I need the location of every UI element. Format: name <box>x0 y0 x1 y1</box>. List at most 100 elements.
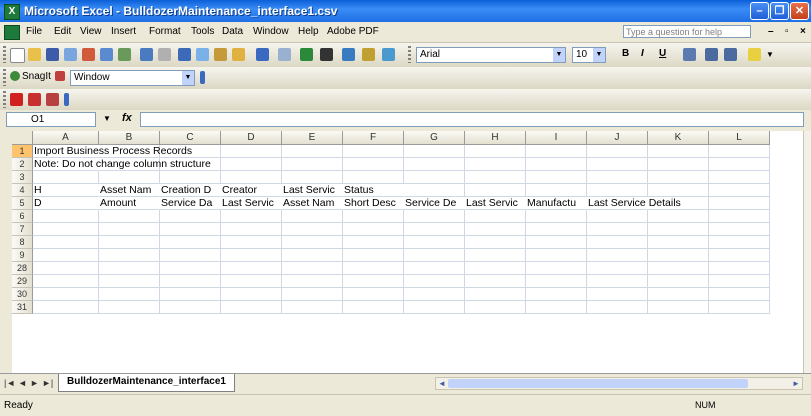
cell-i9[interactable] <box>526 249 587 262</box>
row-header-29[interactable]: 29 <box>12 275 33 288</box>
save-icon[interactable] <box>46 48 59 61</box>
cell-a3[interactable] <box>33 171 99 184</box>
research-icon[interactable] <box>158 48 171 61</box>
select-all-corner[interactable] <box>12 131 33 145</box>
cell-k8[interactable] <box>648 236 709 249</box>
cell-g30[interactable] <box>404 288 465 301</box>
cell-d2[interactable] <box>221 158 282 171</box>
chevron-down-icon[interactable]: ▼ <box>593 48 605 62</box>
cell-h3[interactable] <box>465 171 526 184</box>
convert-to-pdf-icon[interactable] <box>10 93 23 106</box>
convert-and-email-icon[interactable] <box>28 93 41 106</box>
cell-f31[interactable] <box>343 301 404 314</box>
cell-d30[interactable] <box>221 288 282 301</box>
cell-k1[interactable] <box>648 145 709 158</box>
column-header-h[interactable]: H <box>465 131 526 145</box>
drawing-icon[interactable] <box>382 48 395 61</box>
cell-d5[interactable]: Last Servic <box>221 197 282 210</box>
cell-l6[interactable] <box>709 210 770 223</box>
row-header-3[interactable]: 3 <box>12 171 33 184</box>
permission-icon[interactable] <box>64 48 77 61</box>
last-sheet-button[interactable]: ►| <box>42 378 53 388</box>
decrease-indent-icon[interactable] <box>705 48 718 61</box>
cut-icon[interactable] <box>178 48 191 61</box>
cell-a6[interactable] <box>33 210 99 223</box>
cell-f9[interactable] <box>343 249 404 262</box>
toolbar-grip[interactable] <box>3 91 6 108</box>
font-size-select[interactable]: 10 ▼ <box>572 47 606 63</box>
cell-h29[interactable] <box>465 275 526 288</box>
cell-g5[interactable]: Service De <box>404 197 465 210</box>
column-header-j[interactable]: J <box>587 131 648 145</box>
column-header-c[interactable]: C <box>160 131 221 145</box>
row-header-2[interactable]: 2 <box>12 158 33 171</box>
email-icon[interactable] <box>82 48 95 61</box>
format-painter-icon[interactable] <box>232 48 245 61</box>
cell-g4[interactable] <box>404 184 465 197</box>
cell-h9[interactable] <box>465 249 526 262</box>
cell-l9[interactable] <box>709 249 770 262</box>
cell-l4[interactable] <box>709 184 770 197</box>
cell-h6[interactable] <box>465 210 526 223</box>
italic-button[interactable]: I <box>641 48 644 59</box>
cell-e8[interactable] <box>282 236 343 249</box>
cell-e1[interactable] <box>282 145 343 158</box>
formula-input[interactable] <box>140 112 804 127</box>
cell-g29[interactable] <box>404 275 465 288</box>
cell-b4[interactable]: Asset Nam <box>99 184 160 197</box>
increase-indent-icon[interactable] <box>724 48 737 61</box>
cell-h5[interactable]: Last Servic <box>465 197 526 210</box>
column-header-k[interactable]: K <box>648 131 709 145</box>
snagit-capture-mode-select[interactable]: Window ▼ <box>70 70 195 86</box>
cell-c4[interactable]: Creation D <box>160 184 221 197</box>
cell-a2[interactable]: Note: Do not change column structure <box>33 158 211 171</box>
column-header-d[interactable]: D <box>221 131 282 145</box>
cell-i4[interactable] <box>526 184 587 197</box>
doc-close-icon[interactable]: × <box>800 26 806 37</box>
cell-g28[interactable] <box>404 262 465 275</box>
cell-a30[interactable] <box>33 288 99 301</box>
cell-b30[interactable] <box>99 288 160 301</box>
sheet-tab-active[interactable]: BulldozerMaintenance_interface1 <box>58 374 235 392</box>
cell-j3[interactable] <box>587 171 648 184</box>
cell-k31[interactable] <box>648 301 709 314</box>
cell-a8[interactable] <box>33 236 99 249</box>
cell-i28[interactable] <box>526 262 587 275</box>
workbook-icon[interactable] <box>4 25 20 40</box>
cell-f2[interactable] <box>343 158 404 171</box>
cell-k30[interactable] <box>648 288 709 301</box>
cell-d29[interactable] <box>221 275 282 288</box>
toolbar-options-icon[interactable] <box>200 71 205 84</box>
cell-i29[interactable] <box>526 275 587 288</box>
cell-d6[interactable] <box>221 210 282 223</box>
restore-button[interactable]: ❐ <box>770 2 789 20</box>
cell-a7[interactable] <box>33 223 99 236</box>
cell-b31[interactable] <box>99 301 160 314</box>
cell-c28[interactable] <box>160 262 221 275</box>
cell-c6[interactable] <box>160 210 221 223</box>
cell-l2[interactable] <box>709 158 770 171</box>
cell-h2[interactable] <box>465 158 526 171</box>
horizontal-scroll-thumb[interactable] <box>448 379 748 388</box>
cell-j1[interactable] <box>587 145 648 158</box>
cell-c31[interactable] <box>160 301 221 314</box>
cell-i1[interactable] <box>526 145 587 158</box>
cell-g3[interactable] <box>404 171 465 184</box>
scroll-left-icon[interactable]: ◄ <box>436 378 448 389</box>
cell-j4[interactable] <box>587 184 648 197</box>
convert-and-review-icon[interactable] <box>46 93 59 106</box>
new-icon[interactable] <box>10 48 25 63</box>
cell-b29[interactable] <box>99 275 160 288</box>
snagit-profile-icon[interactable] <box>55 71 65 81</box>
autosum-icon[interactable] <box>320 48 333 61</box>
cell-j7[interactable] <box>587 223 648 236</box>
column-header-b[interactable]: B <box>99 131 160 145</box>
doc-minimize-icon[interactable]: – <box>768 26 774 37</box>
fill-color-dropdown-icon[interactable]: ▼ <box>766 50 774 59</box>
snagit-button[interactable]: SnagIt <box>22 71 51 82</box>
minimize-button[interactable]: – <box>750 2 769 20</box>
chevron-down-icon[interactable]: ▼ <box>553 48 565 62</box>
cell-b9[interactable] <box>99 249 160 262</box>
cell-k28[interactable] <box>648 262 709 275</box>
vertical-scrollbar[interactable] <box>803 131 811 373</box>
